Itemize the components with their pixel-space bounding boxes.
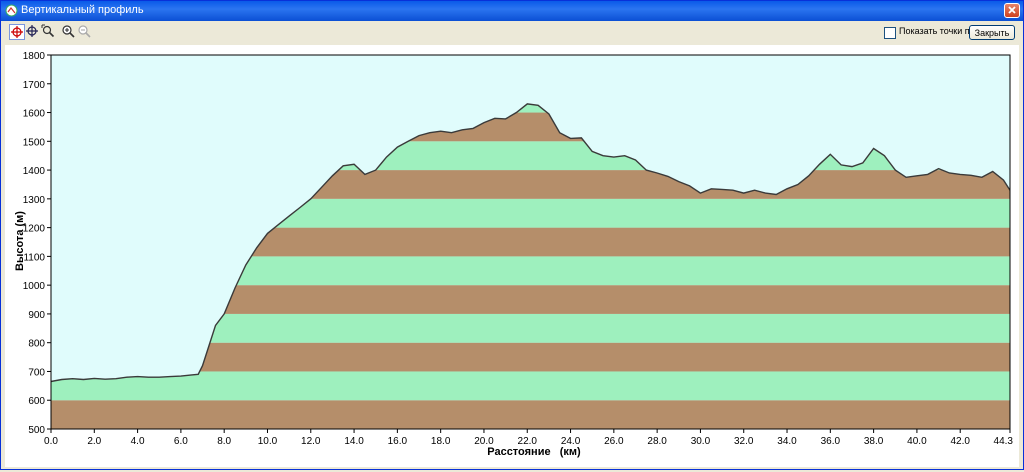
x-tick-label: 16.0 [388,436,408,447]
x-axis-label: Расстояние (км) [487,446,581,458]
y-tick-label: 600 [28,396,45,407]
zoom-out-tool[interactable] [77,24,93,40]
chart-frame: 500 600 700 800 900 1000 1100 1200 1300 1400 1500 1… [5,45,1019,467]
x-tick-label: 34.0 [777,436,797,447]
x-tick-label: 26.0 [604,436,624,447]
y-axis-label: Высота (м) [14,211,26,271]
window-title: Вертикальный профиль [21,4,144,16]
elevation-band [51,371,1010,401]
close-icon [1008,6,1016,14]
select-point-tool[interactable] [9,24,25,40]
y-tick-label: 1700 [23,80,46,91]
x-tick-label: 2.0 [87,436,101,447]
x-tick-label: 42.0 [950,436,970,447]
app-icon [5,4,18,17]
zoom-in-tool[interactable] [61,24,77,40]
x-tick-label: 18.0 [431,436,451,447]
elevation-band [51,400,1010,429]
x-tick-label: 32.0 [734,436,754,447]
x-tick-label: 12.0 [301,436,321,447]
zoom-area-icon [41,24,55,38]
x-tick-label: 6.0 [174,436,188,447]
x-tick-label: 40.0 [907,436,927,447]
y-tick-label: 700 [28,367,45,378]
zoom-area-tool[interactable] [41,24,57,40]
y-tick-label: 1000 [23,281,46,292]
x-tick-label: 8.0 [217,436,231,447]
y-tick-label: 500 [28,425,45,436]
zoom-in-icon [62,25,75,38]
y-tick-label: 1600 [23,109,46,120]
y-tick-label: 1500 [23,137,46,148]
crosshair-red-icon [11,26,23,38]
x-tick-label: 4.0 [131,436,145,447]
title-bar[interactable]: Вертикальный профиль [1,1,1023,21]
elevation-profile-chart[interactable]: 500 600 700 800 900 1000 1100 1200 1300 1400 1500 1… [5,45,1019,467]
window-close-button[interactable] [1004,3,1020,18]
show-waypoints-checkbox[interactable] [884,27,896,39]
x-tick-label: 28.0 [647,436,667,447]
y-tick-label: 900 [28,310,45,321]
toolbar [1,21,1023,45]
x-tick-label: 36.0 [821,436,841,447]
profile-window: Вертикальный профиль Показать точки пути… [0,0,1024,470]
y-tick-label: 1800 [23,51,46,62]
x-tick-label: 10.0 [258,436,278,447]
x-tick-label: 14.0 [344,436,364,447]
y-tick-label: 1300 [23,195,46,206]
move-tool[interactable] [25,24,41,40]
x-tick-label: 44.3 [994,436,1014,447]
y-tick-label: 1200 [23,224,46,235]
x-tick-label: 38.0 [864,436,884,447]
x-tick-label: 30.0 [691,436,711,447]
zoom-out-icon [78,25,91,38]
y-tick-label: 800 [28,339,45,350]
close-button[interactable]: Закрыть [969,25,1015,40]
x-tick-label: 0.0 [44,436,58,447]
crosshair-blue-icon [26,25,38,37]
y-tick-label: 1400 [23,166,46,177]
y-tick-label: 1100 [23,252,45,263]
